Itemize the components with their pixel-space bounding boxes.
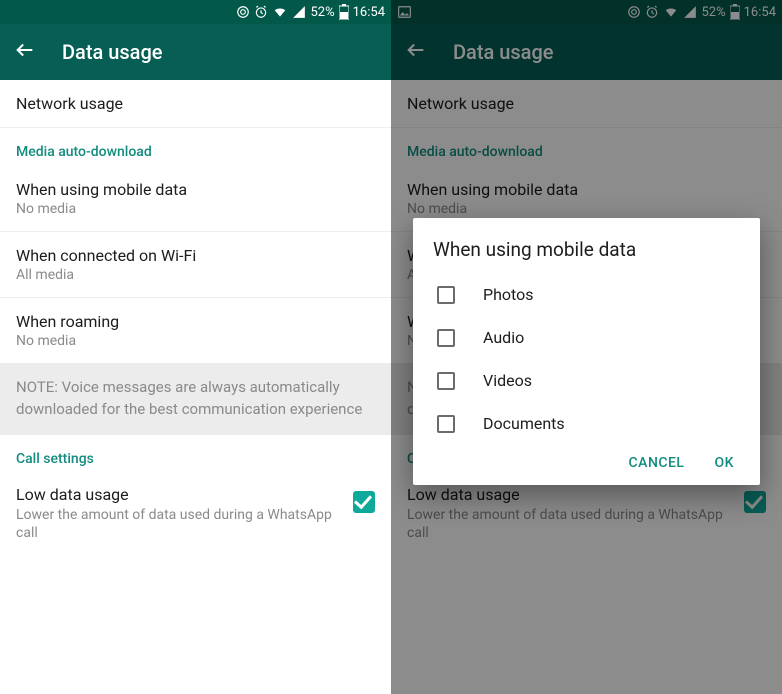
row-mobile-data[interactable]: When using mobile data No media	[0, 166, 391, 232]
back-icon[interactable]	[14, 39, 36, 65]
row-sub: No media	[16, 201, 375, 217]
screen-right: 52% 16:54 Data usage Network usage Media…	[391, 0, 782, 694]
row-sub: Lower the amount of data used during a W…	[16, 506, 343, 544]
checkbox-unchecked-icon[interactable]	[437, 286, 455, 304]
row-network-usage[interactable]: Network usage	[0, 80, 391, 128]
option-photos[interactable]: Photos	[433, 273, 740, 316]
option-label: Audio	[483, 328, 524, 347]
signal-icon	[292, 5, 306, 19]
row-label: When connected on Wi-Fi	[16, 246, 375, 265]
row-roaming[interactable]: When roaming No media	[0, 298, 391, 363]
row-label: When roaming	[16, 312, 375, 331]
alarm-icon	[254, 5, 268, 19]
option-audio[interactable]: Audio	[433, 316, 740, 359]
checkbox-unchecked-icon[interactable]	[437, 415, 455, 433]
checkbox-unchecked-icon[interactable]	[437, 329, 455, 347]
row-label: Low data usage	[16, 485, 343, 504]
row-low-data-usage[interactable]: Low data usage Lower the amount of data …	[0, 473, 391, 556]
section-call-settings: Call settings	[0, 435, 391, 473]
option-label: Videos	[483, 371, 532, 390]
section-media-auto-download: Media auto-download	[0, 128, 391, 166]
checkbox-unchecked-icon[interactable]	[437, 372, 455, 390]
status-bar: 52% 16:54	[0, 0, 391, 24]
row-wifi[interactable]: When connected on Wi-Fi All media	[0, 232, 391, 298]
option-label: Documents	[483, 414, 565, 433]
clock-text: 16:54	[353, 5, 385, 20]
dialog-mobile-data: When using mobile data Photos Audio Vide…	[413, 218, 760, 485]
row-sub: All media	[16, 267, 375, 283]
screen-left: 52% 16:54 Data usage Network usage Media…	[0, 0, 391, 694]
copyright-icon	[236, 5, 250, 19]
settings-list: Network usage Media auto-download When u…	[0, 80, 391, 555]
dialog-title: When using mobile data	[433, 238, 740, 261]
row-label: Network usage	[16, 94, 375, 113]
page-title: Data usage	[62, 40, 163, 64]
battery-percent: 52%	[310, 5, 334, 20]
app-bar: Data usage	[0, 24, 391, 80]
option-label: Photos	[483, 285, 534, 304]
option-videos[interactable]: Videos	[433, 359, 740, 402]
note-text: NOTE: Voice messages are always automati…	[0, 363, 391, 435]
option-documents[interactable]: Documents	[433, 402, 740, 445]
cancel-button[interactable]: CANCEL	[629, 455, 685, 471]
row-sub: No media	[16, 333, 375, 349]
checkbox-checked-icon[interactable]	[353, 491, 375, 513]
battery-icon	[339, 4, 349, 20]
ok-button[interactable]: OK	[715, 455, 735, 471]
row-label: When using mobile data	[16, 180, 375, 199]
wifi-icon	[272, 5, 288, 19]
